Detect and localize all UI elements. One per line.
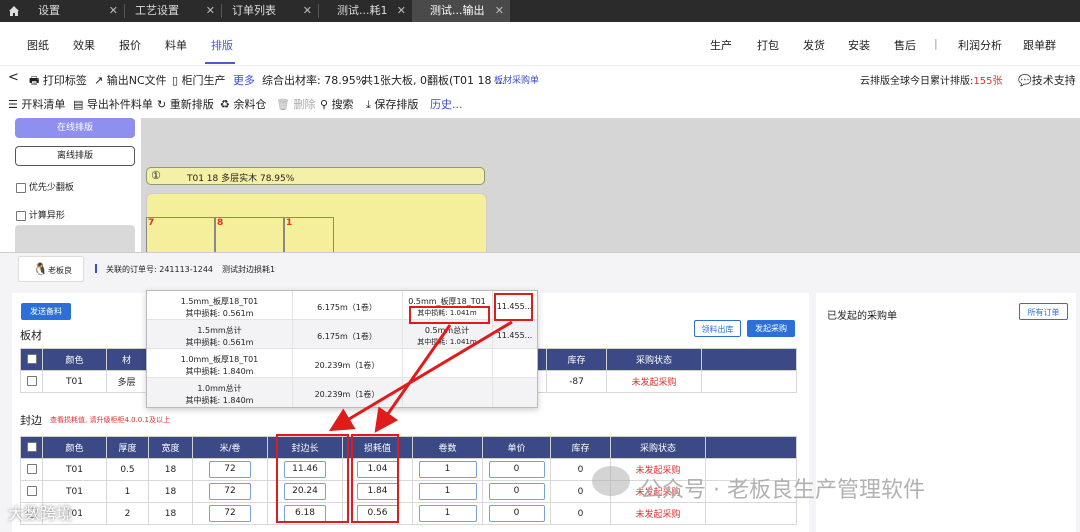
- watermark-right: 公众号 · 老板良生产管理软件: [640, 478, 925, 503]
- annotation-arrows: [328, 320, 513, 433]
- arrow-to-edge-length: [328, 320, 513, 432]
- wechat-icon: [592, 466, 630, 496]
- watermark-left: 大数跨境: [8, 504, 73, 523]
- arrow-to-loss: [374, 324, 452, 433]
